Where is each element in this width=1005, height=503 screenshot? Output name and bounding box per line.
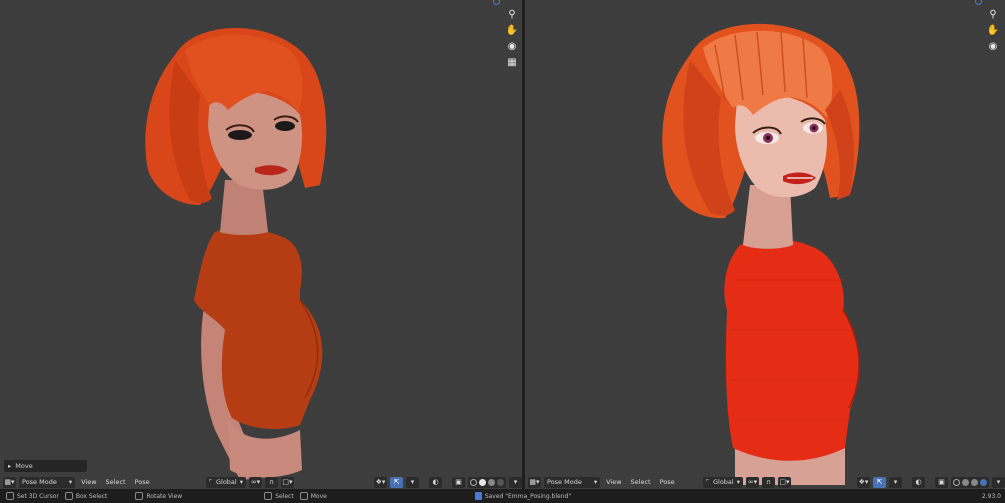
hint-label: Rotate View [146, 492, 183, 500]
overlays-icon[interactable]: ◐ [429, 476, 442, 488]
chevron-down-icon: ▾ [593, 478, 598, 486]
rendered-shading-icon[interactable] [497, 478, 504, 486]
character-model-rendered[interactable] [525, 0, 1005, 489]
transform-orientation-selector[interactable]: ⌜ Global ▾ [702, 476, 743, 488]
face [735, 94, 827, 198]
shading-mode-group [951, 476, 989, 488]
solid-shading-icon[interactable] [962, 478, 969, 486]
keyboard-key-icon [299, 492, 308, 500]
ortho-grid-icon[interactable]: ▦ [506, 57, 518, 69]
chevron-down-icon: ▾ [68, 478, 73, 486]
shirt [724, 238, 859, 461]
wireframe-shading-icon[interactable] [470, 478, 477, 486]
visibility-icon[interactable]: ❖▾ [374, 476, 387, 488]
zoom-icon[interactable]: ⚲ [987, 9, 999, 21]
hint-box-select: Box Select [64, 492, 108, 500]
mode-label: Pose Mode [547, 478, 582, 486]
xray-toggle-icon[interactable]: ▣ [935, 476, 948, 488]
orientation-icon: ⌜ [705, 478, 709, 486]
version-label: 2.93.0 [981, 492, 1001, 500]
xray-toggle-icon[interactable]: ▣ [452, 476, 465, 488]
solid-shading-icon[interactable] [479, 478, 486, 486]
hint-label: Move [310, 492, 327, 500]
visibility-icon[interactable]: ❖▾ [857, 476, 870, 488]
orientation-icon: ⌜ [208, 478, 212, 486]
rendered-shading-icon[interactable] [980, 478, 987, 486]
transform-orientation-selector[interactable]: ⌜ Global ▾ [205, 476, 246, 488]
face [208, 91, 303, 190]
camera-view-icon[interactable]: ◉ [987, 41, 999, 53]
snap-icon[interactable]: ∩ [265, 476, 278, 488]
info-icon [474, 492, 482, 500]
gizmo-options-icon[interactable]: ▾ [406, 476, 419, 488]
wireframe-shading-icon[interactable] [953, 478, 960, 486]
mode-selector[interactable]: Pose Mode ▾ [544, 476, 601, 488]
orientation-label: Global [712, 478, 734, 486]
menu-pose[interactable]: Pose [657, 478, 678, 486]
hint-set-3d-cursor: Set 3D Cursor [6, 492, 59, 500]
status-bar: Set 3D Cursor Box Select Rotate View Sel… [0, 489, 1005, 503]
navigation-gizmo: ⚲ ✋ ◉ [986, 9, 1000, 53]
status-message-text: Saved "Emma_Posing.blend" [484, 492, 572, 500]
editor-type-icon[interactable]: ▦▾ [3, 476, 16, 488]
pan-hand-icon[interactable]: ✋ [987, 25, 999, 37]
hint-label: Set 3D Cursor [17, 492, 59, 500]
pivot-point-icon[interactable]: ∞▾ [746, 476, 759, 488]
camera-view-icon[interactable]: ◉ [506, 41, 518, 53]
pan-hand-icon[interactable]: ✋ [506, 25, 518, 37]
mode-selector[interactable]: Pose Mode ▾ [19, 476, 76, 488]
menu-view[interactable]: View [78, 478, 99, 486]
menu-select[interactable]: Select [103, 478, 129, 486]
mouse-drag-icon [64, 492, 73, 500]
material-preview-shading-icon[interactable] [488, 478, 495, 486]
hint-rotate-view: Rotate View [135, 492, 182, 500]
hint-select: Select [264, 492, 294, 500]
character-model-solid[interactable] [0, 0, 522, 489]
viewport-left-solid[interactable]: ⚲ ✋ ◉ ▦ ▸ Move ▦▾ Pose Mode ▾ View Select… [0, 0, 522, 489]
shading-options-icon[interactable]: ▾ [992, 476, 1005, 488]
menu-view[interactable]: View [603, 478, 624, 486]
gizmo-toggle-icon[interactable]: ⇱ [390, 476, 403, 488]
overlays-icon[interactable]: ◐ [912, 476, 925, 488]
mouse-middle-icon [135, 492, 144, 500]
gizmo-options-icon[interactable]: ▾ [889, 476, 902, 488]
viewport-header-right: ▦▾ Pose Mode ▾ View Select Pose ⌜ Global ▾ … [525, 475, 1005, 489]
editor-type-icon[interactable]: ▦▾ [528, 476, 541, 488]
viewport-right-rendered[interactable]: ⚲ ✋ ◉ ▦▾ Pose Mode ▾ View Select Pose ⌜ Gl… [525, 0, 1005, 489]
shading-options-icon[interactable]: ▾ [509, 476, 522, 488]
operator-label: Move [15, 462, 33, 470]
gizmo-toggle-icon[interactable]: ⇱ [873, 476, 886, 488]
chevron-down-icon: ▾ [736, 478, 740, 486]
mouse-right-icon [264, 492, 273, 500]
last-operator-panel[interactable]: ▸ Move [4, 460, 87, 472]
expand-arrow-icon: ▸ [8, 462, 12, 470]
navigation-gizmo: ⚲ ✋ ◉ ▦ [505, 9, 519, 69]
shading-mode-group [468, 476, 506, 488]
pivot-point-icon[interactable]: ∞▾ [249, 476, 262, 488]
menu-pose[interactable]: Pose [132, 478, 153, 486]
zoom-icon[interactable]: ⚲ [506, 9, 518, 21]
status-message: Saved "Emma_Posing.blend" [474, 492, 572, 500]
hint-label: Box Select [75, 492, 108, 500]
material-preview-shading-icon[interactable] [971, 478, 978, 486]
hint-label: Select [275, 492, 294, 500]
proportional-editing-icon[interactable]: □▾ [778, 476, 791, 488]
chevron-down-icon: ▾ [239, 478, 243, 486]
proportional-editing-icon[interactable]: □▾ [281, 476, 294, 488]
menu-select[interactable]: Select [628, 478, 654, 486]
orientation-label: Global [215, 478, 237, 486]
mode-label: Pose Mode [22, 478, 57, 486]
snap-icon[interactable]: ∩ [762, 476, 775, 488]
mouse-left-icon [6, 492, 14, 500]
viewport-header-left: ▦▾ Pose Mode ▾ View Select Pose ⌜ Global ▾ … [0, 475, 522, 489]
hint-move: Move [299, 492, 327, 500]
